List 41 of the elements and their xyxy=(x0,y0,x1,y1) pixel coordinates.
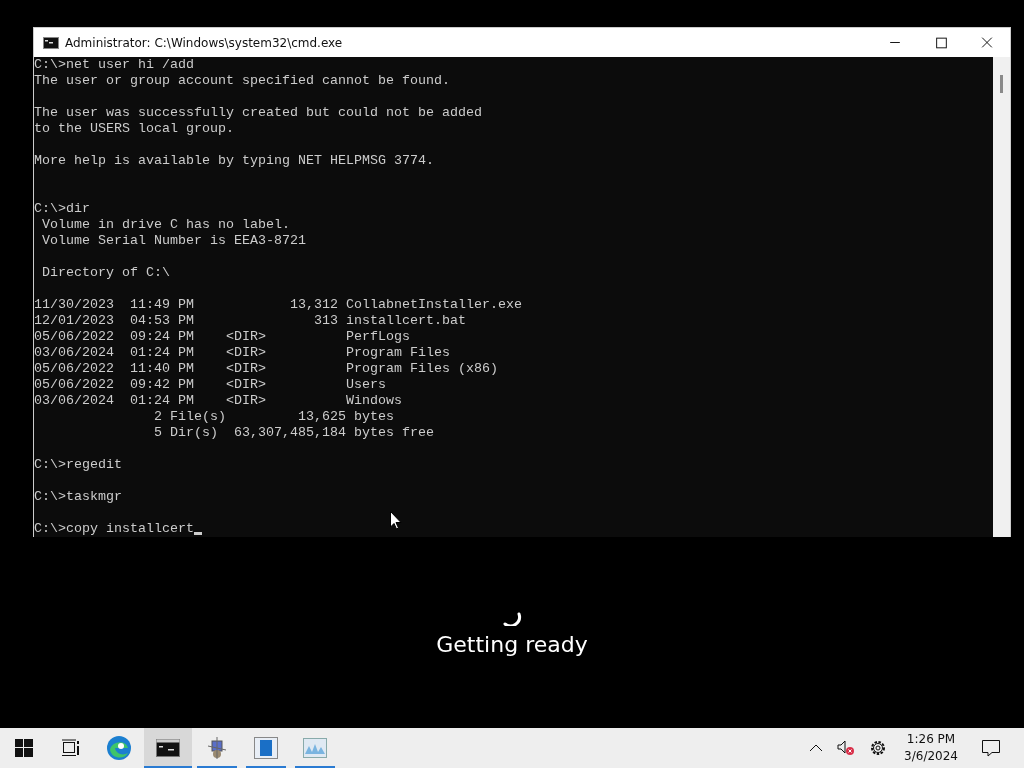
scrollbar[interactable] xyxy=(993,57,1010,537)
console-line: to the USERS local group. xyxy=(34,121,234,137)
performance-graph-icon xyxy=(303,738,327,758)
mouse-pointer-icon xyxy=(390,511,402,530)
console-icon xyxy=(43,36,59,49)
start-button[interactable] xyxy=(14,739,33,757)
notification-icon[interactable] xyxy=(982,739,1000,757)
console-line: C:\>dir xyxy=(34,201,90,217)
console-line: The user was successfully created but could not be added xyxy=(34,105,482,121)
console-line: 5 Dir(s) 63,307,485,184 bytes free xyxy=(152,425,434,441)
task-view-button[interactable] xyxy=(61,739,80,757)
caret-icon[interactable] xyxy=(809,744,824,752)
console-line: 05/06/2022 09:42 PM <DIR> Users xyxy=(34,377,386,393)
console-line: C:\>regedit xyxy=(34,457,122,473)
console-icon xyxy=(156,739,180,757)
console-line: More help is available by typing NET HELPMSG 3774. xyxy=(34,153,434,169)
console-line: 03/06/2024 01:24 PM <DIR> Program Files xyxy=(34,345,450,361)
clock-time[interactable]: 1:26 PM xyxy=(906,731,956,748)
console-line: 11/30/2023 11:49 PM 13,312 CollabnetInstaller.exe xyxy=(34,297,522,313)
console-line: Volume Serial Number is EEA3-8721 xyxy=(41,233,306,249)
taskbar-app[interactable] xyxy=(144,728,192,768)
status-text: Getting ready xyxy=(436,632,588,657)
console-line: 12/01/2023 04:53 PM 313 installcert.bat xyxy=(34,313,466,329)
settings-icon[interactable] xyxy=(869,739,888,757)
console-line: 03/06/2024 01:24 PM <DIR> Windows xyxy=(34,393,402,409)
clock-date[interactable]: 3/6/2024 xyxy=(904,748,958,765)
console-line: C:\>copy installcert xyxy=(34,521,194,537)
console-line: 05/06/2022 11:40 PM <DIR> Program Files (x86) xyxy=(34,361,498,377)
muted-speaker-icon[interactable] xyxy=(837,740,856,756)
spinner-icon xyxy=(502,612,522,626)
console-line: C:\>taskmgr xyxy=(34,489,122,505)
console-line: 2 File(s) 13,625 bytes xyxy=(152,409,394,425)
window-title: Administrator: C:\Windows\system32\cmd.exe xyxy=(65,35,344,50)
registry-icon xyxy=(254,737,278,759)
network-computer-icon xyxy=(206,737,228,759)
browser-icon xyxy=(106,735,132,761)
console-line: The user or group account specified cannot be found. xyxy=(34,73,450,89)
console-line: 05/06/2022 09:24 PM <DIR> PerfLogs xyxy=(34,329,410,345)
console-line: Volume in drive C has no label. xyxy=(41,217,290,233)
console-line: C:\>net user hi /add xyxy=(34,57,194,73)
console-line: Directory of C:\ xyxy=(41,265,170,281)
